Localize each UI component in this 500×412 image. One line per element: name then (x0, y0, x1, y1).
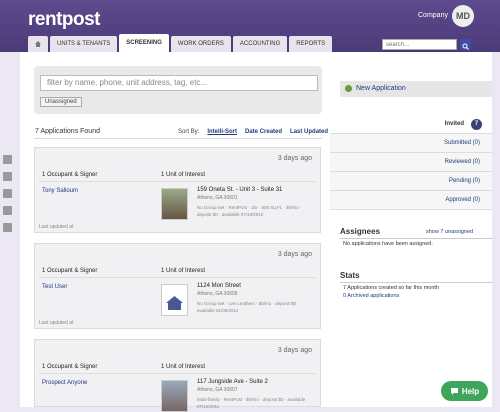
time-ago: 3 days ago (277, 251, 312, 258)
unit-address[interactable]: 159 Oneta St. - Unit 3 - Suite 31 (197, 187, 282, 193)
new-application-label: New Application (356, 85, 406, 92)
folder-icon[interactable] (2, 189, 12, 198)
help-button[interactable]: Help (441, 381, 488, 401)
divider (340, 238, 492, 239)
card-divider (39, 277, 316, 278)
building-icon[interactable] (2, 223, 12, 232)
unit-photo[interactable] (161, 284, 188, 316)
company-label[interactable]: Company (418, 12, 448, 19)
count-badge: 7 (471, 119, 482, 130)
unit-info: No Group Set · Lee Leathers · $0/mo · de… (197, 301, 299, 313)
card-divider (39, 373, 316, 374)
search-input[interactable] (382, 39, 457, 50)
logo[interactable]: rentpost (28, 9, 101, 31)
application-card[interactable]: 3 days ago 1 Occupant & Signer 1 Unit of… (34, 243, 321, 329)
card-divider (39, 181, 316, 182)
archived-applications-link[interactable]: 0 Archived applications (343, 293, 399, 299)
occupant-header: 1 Occupant & Signer (42, 172, 98, 178)
search-button[interactable] (460, 39, 471, 50)
mail-icon[interactable] (2, 206, 12, 215)
unit-info: No Group Set · RentPost · 1br · 800 Sq.F… (197, 205, 302, 217)
status-reviewed[interactable]: Reviewed (0) (330, 153, 492, 172)
home-icon (35, 41, 41, 47)
stats-created: 7 Applications created so far this month (343, 285, 439, 291)
status-approved[interactable]: Approved (0) (330, 191, 492, 210)
show-unassigned-link[interactable]: show 7 unassigned (426, 229, 473, 235)
application-card[interactable]: 3 days ago 1 Occupant & Signer 1 Unit of… (34, 339, 321, 412)
application-card[interactable]: 3 days ago 1 Occupant & Signer 1 Unit of… (34, 147, 321, 233)
status-filters: Invited 7 Submitted (0) Reviewed (0) Pen… (330, 115, 492, 210)
assignees-note: No applications have been assigned. (343, 241, 433, 247)
top-bar: rentpost Company MD UNITS & TENANTS SCRE… (0, 0, 500, 52)
applications-found: 7 Applications Found (35, 128, 100, 135)
tab-screening[interactable]: SCREENING (119, 34, 169, 52)
divider (340, 282, 492, 283)
filter-input[interactable]: filter by name, phone, unit address, tag… (40, 75, 318, 91)
last-updated: Last updated at (39, 224, 74, 230)
status-pending[interactable]: Pending (0) (330, 172, 492, 191)
unit-info: Multi-family · RentPost · $0/mo · deposi… (197, 397, 306, 409)
unit-header: 1 Unit of Interest (161, 268, 206, 274)
main-nav: UNITS & TENANTS SCREENING WORK ORDERS AC… (28, 34, 333, 52)
time-ago: 3 days ago (277, 155, 312, 162)
status-submitted[interactable]: Submitted (0) (330, 134, 492, 153)
stats-heading: Stats (340, 271, 360, 280)
tab-units-tenants[interactable]: UNITS & TENANTS (50, 36, 118, 52)
unit-photo[interactable] (161, 380, 188, 412)
divider (34, 138, 322, 139)
applicant-name[interactable]: Prospect Anyone (42, 380, 87, 386)
left-toolbar (0, 155, 14, 232)
unassigned-tag[interactable]: Unassigned (40, 97, 82, 107)
house-placeholder-icon (166, 296, 183, 310)
last-updated: Last updated at (39, 320, 74, 326)
tab-work-orders[interactable]: WORK ORDERS (170, 36, 231, 52)
sort-last-updated[interactable]: Last Updated (290, 129, 328, 135)
tab-accounting[interactable]: ACCOUNTING (232, 36, 288, 52)
tab-reports[interactable]: REPORTS (289, 36, 333, 52)
status-label: Invited (444, 121, 464, 127)
sort-intelli[interactable]: Intelli-Sort (207, 129, 237, 135)
time-ago: 3 days ago (277, 347, 312, 354)
unit-header: 1 Unit of Interest (161, 172, 206, 178)
unit-city: Athens, GA 30607 (197, 387, 238, 393)
unit-photo[interactable] (161, 188, 188, 220)
unit-header: 1 Unit of Interest (161, 364, 206, 370)
occupant-header: 1 Occupant & Signer (42, 268, 98, 274)
unit-city: Athens, GA 30601 (197, 195, 238, 201)
occupant-header: 1 Occupant & Signer (42, 364, 98, 370)
unit-address[interactable]: 1124 Mon Street (197, 283, 241, 289)
assignees-heading: Assignees (340, 227, 381, 236)
sort-controls: Sort By: Intelli-Sort Date Created Last … (178, 129, 328, 135)
applicant-name[interactable]: Test User (42, 284, 67, 290)
applicant-name[interactable]: Tony Salloum (42, 188, 78, 194)
unit-city: Athens, GA 30605 (197, 291, 238, 297)
sort-date-created[interactable]: Date Created (245, 129, 282, 135)
unit-address[interactable]: 117 Jungside Ave - Suite 2 (197, 379, 268, 385)
search-icon (462, 43, 469, 50)
plus-icon (345, 85, 352, 92)
check-icon[interactable] (2, 172, 12, 181)
chat-icon (450, 387, 458, 395)
help-label: Help (461, 386, 480, 396)
people-icon[interactable] (2, 155, 12, 164)
sort-label: Sort By: (178, 129, 200, 135)
avatar[interactable]: MD (452, 5, 474, 27)
home-tab[interactable] (28, 36, 48, 52)
new-application-button[interactable]: New Application (340, 81, 492, 97)
status-invited[interactable]: Invited 7 (330, 115, 492, 134)
